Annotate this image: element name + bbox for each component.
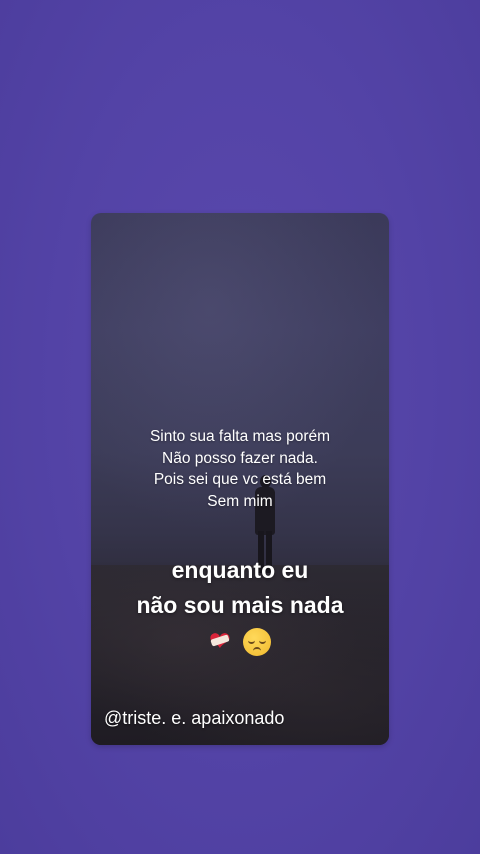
story-card[interactable]: Sinto sua falta mas porém Não posso faze… bbox=[91, 213, 389, 745]
caption-line: Sinto sua falta mas porém bbox=[149, 428, 331, 445]
mending-heart-icon: ❤ bbox=[209, 624, 231, 660]
author-handle[interactable]: @triste. e. apaixonado bbox=[104, 706, 284, 730]
headline-line: enquanto eu bbox=[171, 557, 309, 583]
caption-line: Não posso fazer nada. bbox=[162, 449, 318, 467]
emoji-row: ❤ bbox=[91, 623, 389, 660]
caption-text: Sinto sua falta mas porém Não posso faze… bbox=[91, 426, 389, 512]
headline-line: não sou mais nada bbox=[136, 592, 344, 618]
headline-text: enquanto eu não sou mais nada bbox=[91, 553, 389, 623]
caption-line: Pois sei que vc está bem bbox=[153, 471, 327, 488]
caption-line: Sem mim bbox=[207, 492, 273, 510]
pensive-face-icon bbox=[243, 627, 272, 656]
